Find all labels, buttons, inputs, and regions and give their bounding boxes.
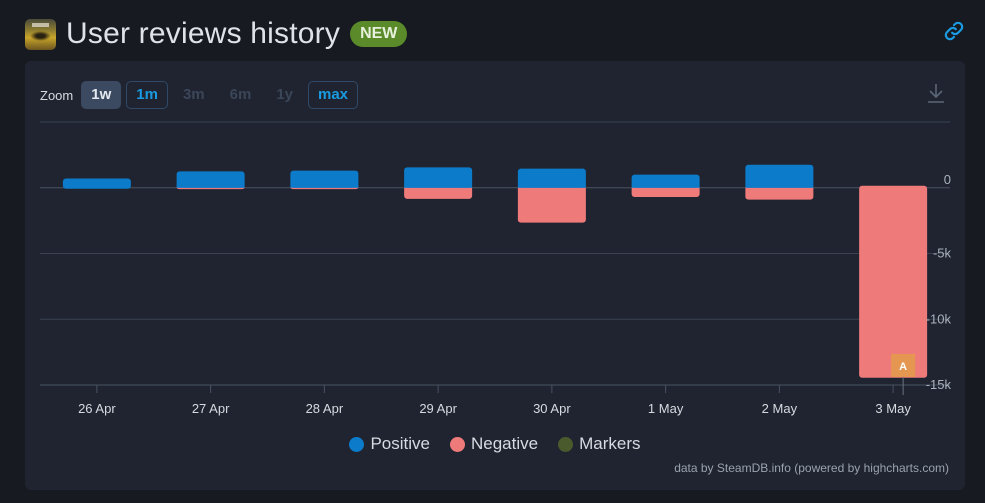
bar-positive[interactable] (62, 178, 131, 189)
bar-positive[interactable] (404, 167, 473, 188)
legend-negative-swatch (450, 436, 465, 452)
game-capsule-icon (25, 18, 56, 50)
x-tick-label: 1 May (648, 401, 684, 416)
legend-positive-label: Positive (370, 434, 430, 453)
bar-positive-join (517, 184, 586, 188)
legend-item-markers[interactable]: Markers (558, 434, 641, 454)
y-tick-label: -15k (926, 377, 952, 392)
x-tick-label: 26 Apr (78, 401, 116, 416)
bar-positive-join (176, 184, 245, 188)
bar-negative[interactable] (859, 185, 928, 378)
y-tick-label: -5k (933, 246, 952, 261)
markers-layer: A (891, 354, 916, 395)
bar-positive-join (631, 184, 700, 188)
bar-negative[interactable] (517, 185, 586, 223)
y-axis: 0 -5k -10k -15k (926, 172, 952, 392)
x-tick-label: 28 Apr (306, 401, 344, 416)
link-icon[interactable] (943, 20, 965, 42)
legend-item-negative[interactable]: Negative (450, 434, 538, 454)
grid-lines (40, 121, 950, 386)
bar-negative[interactable] (745, 185, 814, 200)
x-tick-label: 30 Apr (533, 401, 571, 416)
chart-panel: Zoom 1w 1m 3m 6m 1y max 26 Apr 27 Apr 28 A… (25, 61, 965, 490)
marker-label: A (899, 361, 907, 373)
bar-positive-join (404, 184, 473, 188)
x-tick-label: 3 May (875, 401, 911, 416)
y-tick-label: -10k (926, 311, 952, 326)
bar-positive-join (290, 184, 359, 188)
bar-positive[interactable] (745, 164, 814, 188)
x-tick-label: 2 May (762, 401, 798, 416)
legend-markers-label: Markers (579, 434, 641, 453)
bars (62, 164, 928, 378)
x-axis: 26 Apr 27 Apr 28 Apr 29 Apr 30 Apr 1 May 2 May… (40, 384, 950, 416)
legend-markers-swatch (558, 436, 574, 452)
chart-credits[interactable]: data by SteamDB.info (powered by highcha… (674, 461, 949, 475)
legend-negative-label: Negative (471, 434, 539, 453)
bar-positive-join (745, 184, 814, 188)
y-tick-label: 0 (944, 172, 951, 187)
x-tick-label: 27 Apr (192, 401, 230, 416)
x-tick-label: 29 Apr (419, 401, 457, 416)
chart-legend: Positive Negative Markers (25, 434, 965, 454)
reviews-chart: 26 Apr 27 Apr 28 Apr 29 Apr 30 Apr 1 May 2 May… (40, 121, 952, 416)
legend-positive-swatch (349, 436, 365, 452)
legend-item-positive[interactable]: Positive (349, 434, 430, 454)
page-title: User reviews history (66, 17, 341, 50)
new-badge: NEW (350, 21, 408, 47)
page-header: User reviews history NEW (25, 14, 408, 54)
